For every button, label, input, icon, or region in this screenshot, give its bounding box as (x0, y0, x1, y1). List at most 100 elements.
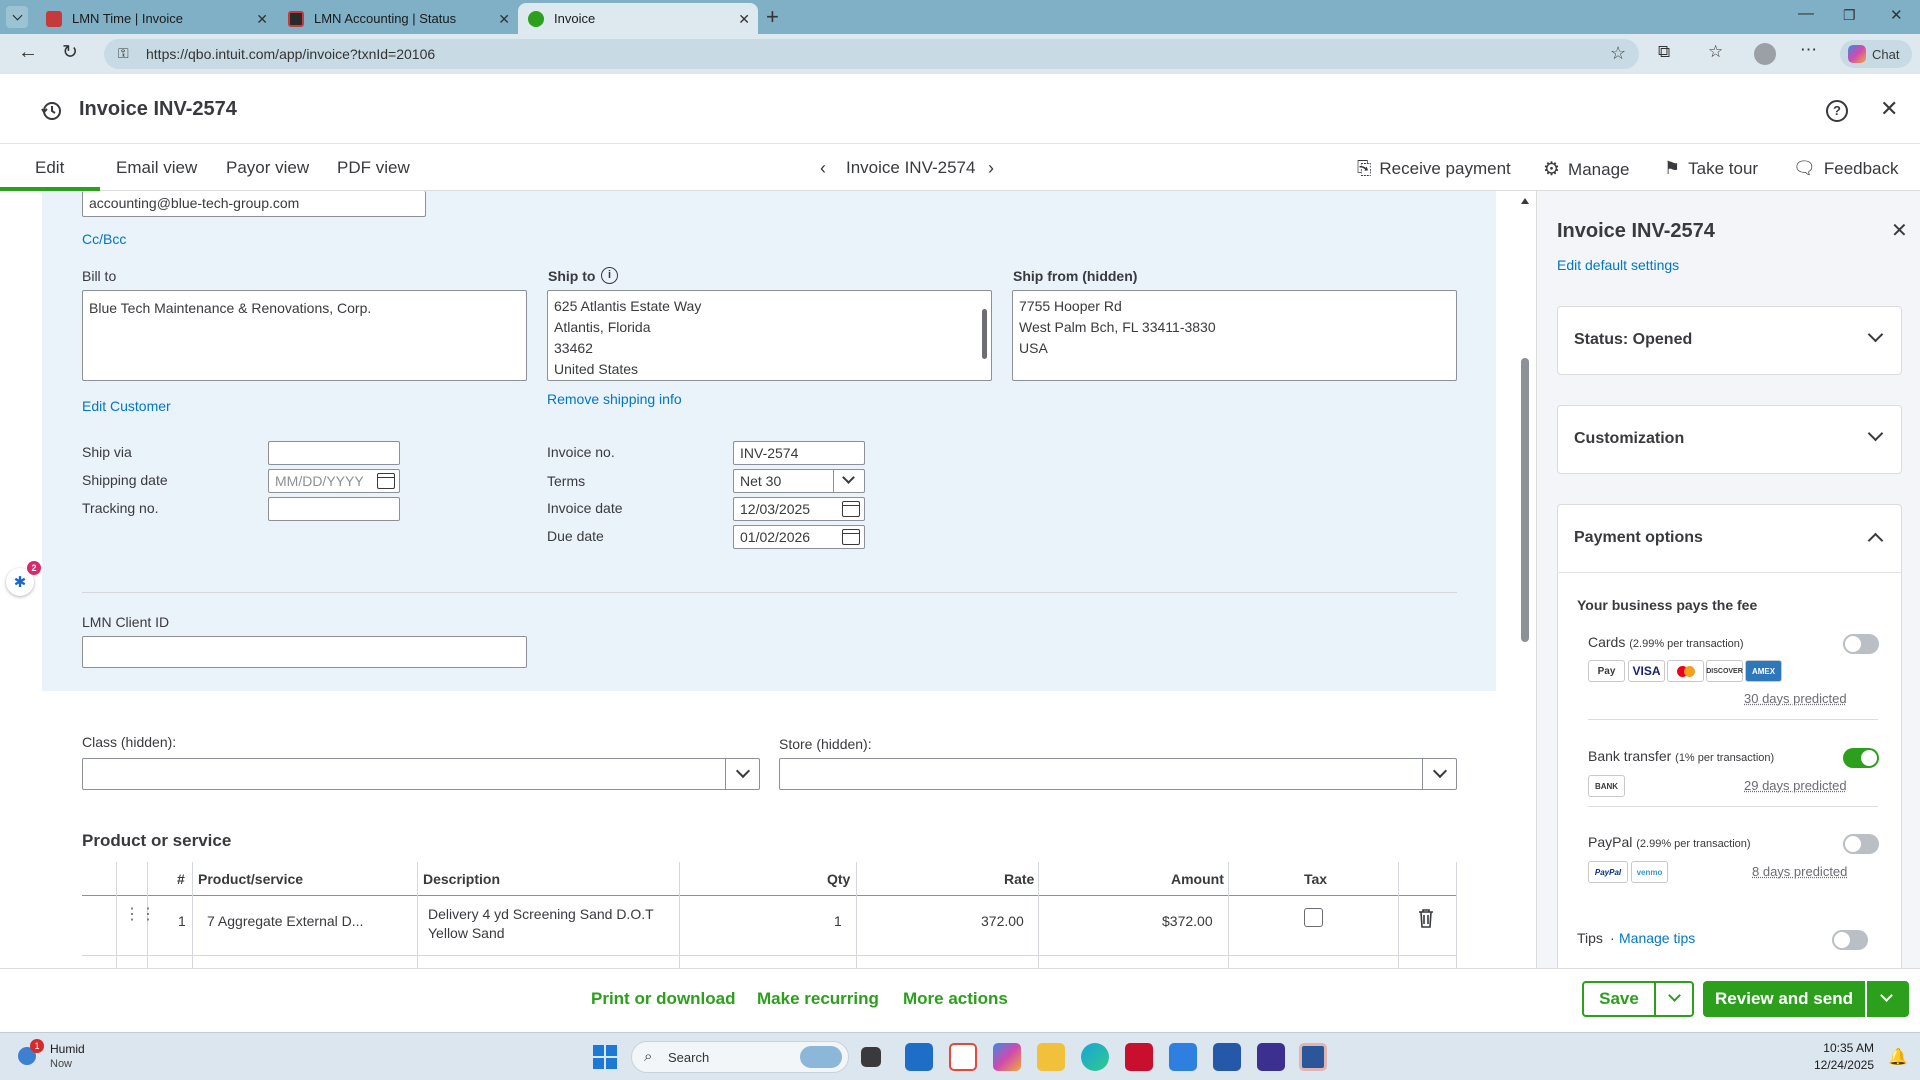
row-description-line1[interactable]: Delivery 4 yd Screening Sand D.O.T (428, 906, 654, 922)
chevron-down-icon[interactable] (842, 471, 855, 484)
tab-payor-view[interactable]: Payor view (226, 158, 309, 178)
copilot-icon[interactable] (993, 1043, 1021, 1071)
task-view-icon[interactable] (861, 1047, 881, 1067)
todo-icon[interactable] (1169, 1043, 1197, 1071)
calendar-icon[interactable] (842, 501, 860, 517)
tracking-input[interactable] (268, 497, 400, 521)
info-icon[interactable]: i (601, 267, 618, 284)
scrollbar[interactable] (982, 309, 987, 359)
row-product[interactable]: 7 Aggregate External D... (207, 913, 363, 929)
print-download-button[interactable]: Print or download (591, 989, 736, 1009)
scroll-thumb[interactable] (1521, 358, 1529, 642)
remove-shipping-link[interactable]: Remove shipping info (547, 391, 682, 407)
notification-bell-icon[interactable]: 🔔 (1888, 1047, 1908, 1067)
review-and-send-button[interactable]: Review and send (1703, 981, 1865, 1017)
close-icon[interactable]: ✕ (498, 11, 510, 28)
feedback-button[interactable]: 🗨 Feedback (1793, 158, 1899, 179)
row-description-line2[interactable]: Yellow Sand (428, 925, 505, 941)
restore-icon[interactable]: ❐ (1843, 7, 1856, 24)
chevron-down-icon[interactable] (1432, 763, 1448, 779)
row-rate[interactable]: 372.00 (981, 913, 1024, 929)
tips-toggle[interactable] (1832, 930, 1868, 950)
close-icon[interactable]: ✕ (1880, 96, 1898, 122)
email-field[interactable]: accounting@blue-tech-group.com (82, 191, 426, 217)
remote-desktop-icon[interactable] (1213, 1043, 1241, 1071)
tab-actions-button[interactable] (6, 6, 28, 28)
save-button[interactable]: Save (1584, 983, 1654, 1015)
taskbar-date[interactable]: 12/24/2025 (1806, 1058, 1874, 1072)
ship-to-address[interactable]: 625 Atlantis Estate Way Atlantis, Florid… (547, 290, 992, 381)
table-row[interactable]: ⋮⋮ 1 7 Aggregate External D... Delivery … (82, 896, 1457, 956)
store-select[interactable] (779, 758, 1457, 790)
more-options-icon[interactable]: ⋯ (1800, 40, 1817, 60)
bank-predicted[interactable]: 29 days predicted (1744, 778, 1847, 793)
extensions-icon[interactable]: ⧉ (1658, 42, 1670, 62)
lmn-client-id-input[interactable] (82, 636, 527, 668)
refresh-icon[interactable]: ↻ (62, 41, 78, 64)
history-icon[interactable] (40, 100, 62, 122)
tab-edit[interactable]: Edit (35, 158, 64, 178)
file-explorer-icon[interactable] (1037, 1043, 1065, 1071)
paypal-predicted[interactable]: 8 days predicted (1752, 864, 1847, 879)
back-icon[interactable]: ← (18, 41, 38, 64)
chat-button[interactable]: Chat (1840, 40, 1912, 68)
payment-options-label[interactable]: Payment options (1574, 529, 1703, 547)
close-panel-icon[interactable]: ✕ (1891, 218, 1908, 243)
address-bar[interactable]: ⚿ https://qbo.intuit.com/app/invoice?txn… (104, 39, 1639, 69)
chevron-down-icon[interactable] (1867, 425, 1884, 442)
status-card[interactable]: Status: Opened (1557, 306, 1902, 375)
trash-icon[interactable] (1418, 908, 1434, 928)
cc-bcc-link[interactable]: Cc/Bcc (82, 231, 126, 247)
chevron-up-icon[interactable] (1867, 532, 1884, 549)
chevron-down-icon[interactable] (735, 763, 751, 779)
edit-customer-link[interactable]: Edit Customer (82, 398, 171, 414)
row-qty[interactable]: 1 (834, 913, 842, 929)
close-window-icon[interactable]: ✕ (1890, 6, 1903, 24)
edit-default-settings-link[interactable]: Edit default settings (1557, 257, 1679, 273)
new-tab-icon[interactable]: + (766, 4, 779, 30)
avatar[interactable] (1754, 43, 1776, 65)
bill-to-address[interactable]: Blue Tech Maintenance & Renovations, Cor… (82, 290, 527, 381)
word-icon[interactable] (1299, 1043, 1327, 1071)
shipping-date-input[interactable]: MM/DD/YYYY (268, 469, 400, 493)
outlook-icon[interactable] (905, 1043, 933, 1071)
form-scrollbar[interactable] (1520, 198, 1530, 968)
ship-via-input[interactable] (268, 441, 400, 465)
review-options-chevron-icon[interactable] (1880, 989, 1893, 1002)
due-date-input[interactable]: 01/02/2026 (733, 525, 865, 549)
paypal-toggle[interactable] (1843, 834, 1879, 854)
take-tour-button[interactable]: ⚑ Take tour (1664, 158, 1758, 179)
close-icon[interactable]: ✕ (256, 11, 268, 28)
receive-payment-button[interactable]: ⎘ Receive payment (1357, 158, 1511, 179)
tab-email-view[interactable]: Email view (116, 158, 197, 178)
close-icon[interactable]: ✕ (738, 11, 750, 28)
class-select[interactable] (82, 758, 760, 790)
bank-transfer-toggle[interactable] (1843, 748, 1879, 768)
more-actions-button[interactable]: More actions (903, 989, 1008, 1009)
make-recurring-button[interactable]: Make recurring (757, 989, 879, 1009)
scroll-up-icon[interactable] (1521, 198, 1529, 204)
taskbar-time[interactable]: 10:35 AM (1822, 1041, 1874, 1055)
taskbar-search[interactable]: ⌕ Search (631, 1041, 849, 1073)
save-options-chevron-icon[interactable] (1668, 989, 1681, 1002)
chevron-down-icon[interactable] (1867, 326, 1884, 343)
cards-predicted[interactable]: 30 days predicted (1744, 691, 1847, 706)
minimize-icon[interactable]: — (1798, 5, 1814, 23)
ship-from-address[interactable]: 7755 Hooper Rd West Palm Bch, FL 33411-3… (1012, 290, 1457, 381)
tab-pdf-view[interactable]: PDF view (337, 158, 410, 178)
customization-card[interactable]: Customization (1557, 405, 1902, 474)
browser-tab-lmn-accounting[interactable]: LMN Accounting | Status ✕ (278, 3, 518, 34)
info-icon[interactable]: ⚿ (118, 45, 129, 62)
start-button[interactable] (593, 1045, 617, 1069)
tax-checkbox[interactable] (1304, 908, 1323, 927)
favorites-icon[interactable]: ☆ (1708, 42, 1723, 62)
weather-widget[interactable]: 1 Humid Now (14, 1039, 124, 1073)
calendar-icon[interactable] (842, 529, 860, 545)
next-invoice-icon[interactable]: › (988, 158, 994, 179)
manage-tips-link[interactable]: Manage tips (1619, 930, 1695, 946)
edge-icon[interactable] (1081, 1043, 1109, 1071)
mcafee-icon[interactable] (1125, 1043, 1153, 1071)
app-icon[interactable] (1257, 1043, 1285, 1071)
terms-select[interactable]: Net 30 (733, 469, 865, 493)
browser-tab-invoice[interactable]: Invoice ✕ (518, 3, 758, 34)
